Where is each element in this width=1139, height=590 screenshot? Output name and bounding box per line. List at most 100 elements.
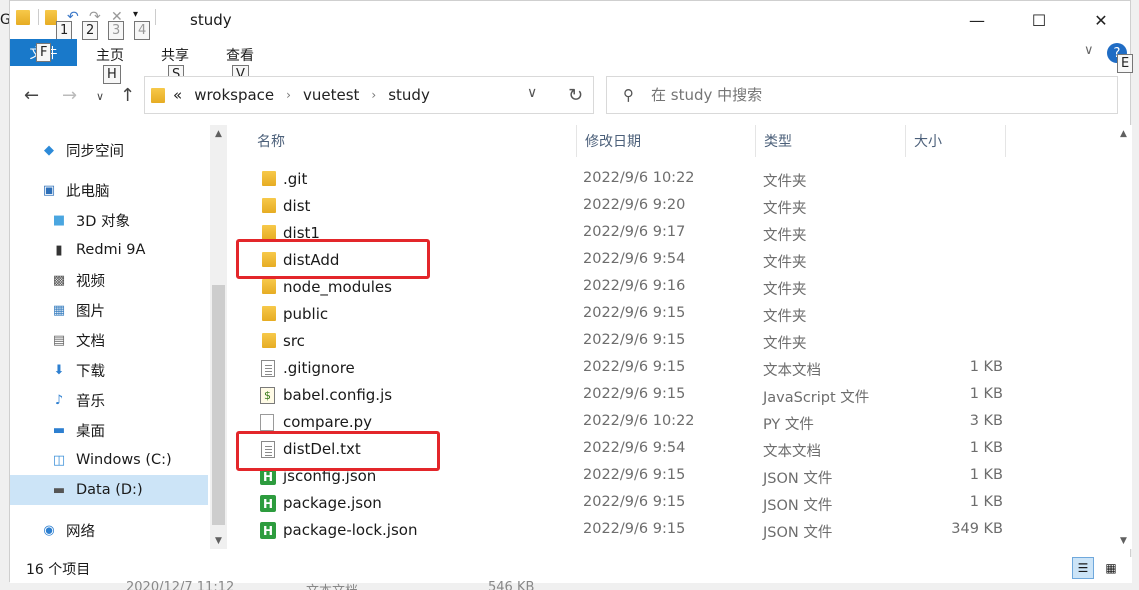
- nav-item-desktop[interactable]: ▬ 桌面: [10, 415, 208, 445]
- nav-item-label: 视频: [76, 273, 105, 290]
- keytip-3: 3: [108, 21, 125, 40]
- close-button[interactable]: ✕: [1070, 1, 1132, 39]
- back-arrow-icon: ←: [24, 85, 40, 106]
- chevron-down-icon: ∨: [96, 90, 105, 103]
- keytip-4: 4: [134, 21, 151, 40]
- scroll-down-icon[interactable]: ▼: [210, 532, 227, 549]
- breadcrumb-item[interactable]: study: [388, 86, 430, 104]
- details-view-button[interactable]: ☰: [1072, 557, 1094, 579]
- cloud-sync-icon: ◆: [44, 142, 54, 158]
- maximize-button[interactable]: ☐: [1008, 1, 1070, 39]
- scroll-up-icon[interactable]: ▲: [1115, 125, 1132, 142]
- folder-icon: [260, 198, 276, 215]
- column-header-label: 大小: [914, 134, 942, 150]
- recent-locations-button[interactable]: ∨: [96, 90, 104, 103]
- maximize-icon: ☐: [1031, 10, 1047, 30]
- file-type: PY 文件: [763, 417, 814, 433]
- ribbon-expand-icon[interactable]: ∨: [1084, 43, 1094, 58]
- up-button[interactable]: ↑: [120, 85, 135, 106]
- tab-view[interactable]: 查看: [226, 45, 254, 65]
- file-name: .git: [283, 170, 308, 188]
- navigation-pane: ◆ 同步空间 ▣ 此电脑 ■ 3D 对象 ▮ Redmi 9A ▩ 视频 ▦ 图片 ▤ 文档 …: [10, 125, 230, 549]
- nav-item-label: Redmi 9A: [76, 242, 146, 258]
- file-row[interactable]: src 2022/9/6 9:15 文件夹: [232, 328, 1112, 355]
- tab-home[interactable]: 主页: [96, 45, 124, 65]
- search-box[interactable]: ⚲: [606, 76, 1118, 114]
- file-row[interactable]: .git 2022/9/6 10:22 文件夹: [232, 166, 1112, 193]
- file-size: 1 KB: [969, 359, 1003, 375]
- scroll-up-icon[interactable]: ▲: [210, 125, 227, 142]
- column-header-type[interactable]: 类型: [756, 125, 906, 157]
- column-header-name[interactable]: 名称: [249, 125, 577, 157]
- column-header-label: 名称: [257, 134, 285, 150]
- address-row: ← → ∨ ↑ « wrokspace › vuetest › study ∨ …: [10, 73, 1130, 119]
- nav-item-network[interactable]: ◉ 网络: [10, 515, 208, 545]
- refresh-button[interactable]: ↻: [558, 76, 594, 114]
- minimize-button[interactable]: —: [946, 1, 1008, 39]
- nav-item-pictures[interactable]: ▦ 图片: [10, 295, 208, 325]
- nav-item-label: 桌面: [76, 423, 105, 440]
- nav-item-videos[interactable]: ▩ 视频: [10, 265, 208, 295]
- file-row[interactable]: dist 2022/9/6 9:20 文件夹: [232, 193, 1112, 220]
- file-date: 2022/9/6 9:15: [583, 332, 686, 348]
- folder-icon: [260, 171, 276, 188]
- json-file-icon: H: [260, 495, 276, 512]
- chevron-right-icon[interactable]: ›: [286, 88, 291, 102]
- file-type: 文件夹: [763, 336, 807, 352]
- tab-share[interactable]: 共享: [161, 45, 189, 65]
- nav-item-documents[interactable]: ▤ 文档: [10, 325, 208, 355]
- text-file-icon: [260, 360, 276, 377]
- nav-item-label: 网络: [66, 523, 95, 540]
- nav-item-label: 同步空间: [66, 143, 124, 160]
- file-row[interactable]: Hpackage.json 2022/9/6 9:15 JSON 文件 1 KB: [232, 490, 1112, 517]
- nav-item-redmi[interactable]: ▮ Redmi 9A: [10, 235, 208, 265]
- file-name: package-lock.json: [283, 521, 418, 539]
- nav-item-downloads[interactable]: ⬇ 下载: [10, 355, 208, 385]
- back-button[interactable]: ←: [24, 85, 39, 106]
- download-icon: ⬇: [53, 362, 65, 378]
- divider: [155, 9, 156, 25]
- nav-item-3d-objects[interactable]: ■ 3D 对象: [10, 205, 208, 235]
- scroll-down-icon[interactable]: ▼: [1115, 532, 1132, 549]
- folder-icon: [260, 306, 276, 323]
- file-date: 2022/9/6 9:20: [583, 197, 686, 213]
- file-scrollbar[interactable]: ▲ ▼: [1115, 125, 1132, 549]
- column-header-size[interactable]: 大小: [906, 125, 1006, 157]
- js-file-icon: $: [260, 387, 276, 404]
- file-name: node_modules: [283, 278, 392, 296]
- scrollbar-thumb[interactable]: [212, 285, 225, 525]
- nav-item-windows-c[interactable]: ◫ Windows (C:): [10, 445, 208, 475]
- file-type: JSON 文件: [763, 525, 833, 541]
- file-row[interactable]: Hpackage-lock.json 2022/9/6 9:15 JSON 文件 34…: [232, 517, 1112, 544]
- search-icon: ⚲: [623, 86, 634, 104]
- column-header-label: 类型: [764, 134, 792, 150]
- folder-icon: [260, 279, 276, 296]
- keytip-file: F: [36, 43, 52, 62]
- forward-button[interactable]: →: [62, 85, 77, 106]
- large-icons-view-button[interactable]: ▦: [1100, 557, 1122, 579]
- nav-scrollbar[interactable]: ▲ ▼: [210, 125, 227, 549]
- breadcrumb-item[interactable]: wrokspace: [194, 86, 274, 104]
- close-icon: ✕: [1094, 10, 1108, 30]
- nav-item-this-pc[interactable]: ▣ 此电脑: [10, 175, 208, 205]
- nav-item-sync-space[interactable]: ◆ 同步空间: [10, 135, 208, 165]
- address-dropdown-icon[interactable]: ∨: [527, 85, 537, 101]
- search-input[interactable]: [651, 83, 1091, 107]
- divider: [38, 9, 39, 25]
- breadcrumb-overflow[interactable]: «: [173, 86, 182, 104]
- cube-3d-icon: ■: [52, 212, 66, 228]
- nav-item-data-d[interactable]: ▬ Data (D:): [10, 475, 208, 505]
- keytip-help: E: [1117, 54, 1134, 73]
- file-row[interactable]: public 2022/9/6 9:15 文件夹: [232, 301, 1112, 328]
- nav-item-music[interactable]: ♪ 音乐: [10, 385, 208, 415]
- breadcrumb-item[interactable]: vuetest: [303, 86, 359, 104]
- address-bar[interactable]: « wrokspace › vuetest › study ∨: [144, 76, 576, 114]
- title-bar: ↶ ↷ ✕ ▾ 1 2 3 4 study — ☐ ✕: [10, 1, 1132, 40]
- py-file-icon: [260, 414, 276, 431]
- file-date: 2022/9/6 9:15: [583, 386, 686, 402]
- file-row[interactable]: $ babel.config.js 2022/9/6 9:15 JavaScript …: [232, 382, 1112, 409]
- column-header-date[interactable]: 修改日期: [577, 125, 756, 157]
- highlight-box-distdel: [236, 431, 440, 471]
- file-row[interactable]: .gitignore 2022/9/6 9:15 文本文档 1 KB: [232, 355, 1112, 382]
- chevron-right-icon[interactable]: ›: [371, 88, 376, 102]
